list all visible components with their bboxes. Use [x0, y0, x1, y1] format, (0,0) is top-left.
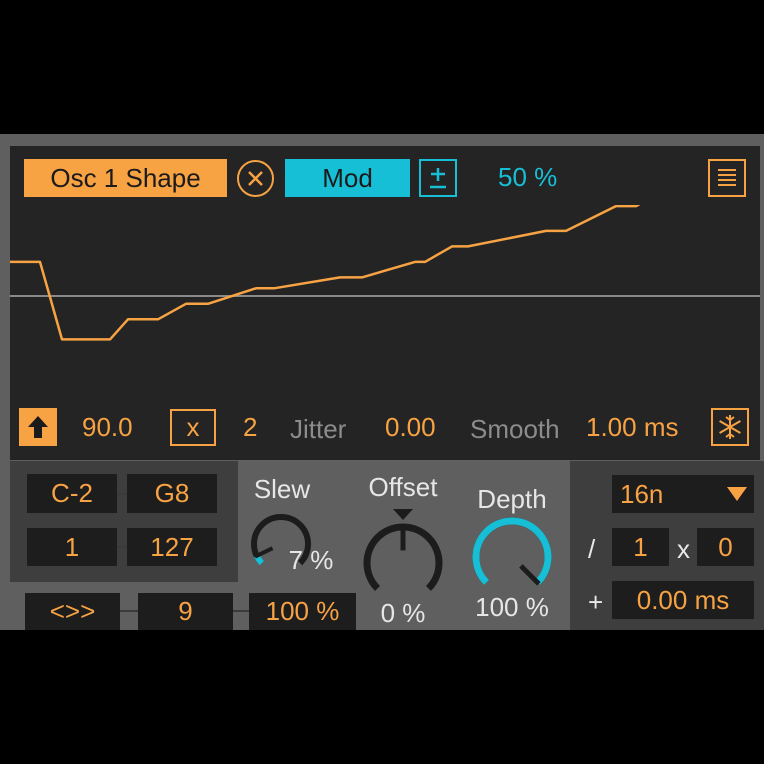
snowflake-icon[interactable]: [711, 408, 749, 446]
waveform-line: [10, 205, 641, 341]
depth-knob[interactable]: [470, 515, 554, 599]
menu-icon[interactable]: [708, 159, 746, 197]
offset-knob[interactable]: [361, 521, 445, 605]
velocity-low-field[interactable]: 1: [27, 528, 117, 566]
percent-field[interactable]: 100 %: [249, 593, 356, 630]
close-icon[interactable]: [237, 160, 274, 197]
offset-pointer-icon: [393, 509, 413, 520]
offset-ms-field[interactable]: 0.00 ms: [612, 581, 754, 619]
note-range-divider: [117, 493, 127, 495]
smooth-label: Smooth: [470, 413, 560, 444]
bottom-divider-1: [120, 610, 138, 612]
mod-amount[interactable]: 50 %: [498, 158, 557, 196]
velocity-high-field[interactable]: 127: [127, 528, 217, 566]
steps-field[interactable]: 9: [138, 593, 233, 630]
jitter-value[interactable]: 0.00: [385, 408, 436, 446]
rate-value[interactable]: 90.0: [82, 408, 133, 446]
chevron-down-icon: [727, 487, 747, 501]
mod-mode-label: Mod: [322, 162, 373, 193]
velocity-range-divider: [117, 546, 127, 548]
mod-target-button[interactable]: Osc 1 Shape: [24, 159, 227, 197]
direction-field[interactable]: <>>: [25, 593, 120, 630]
waveform-display[interactable]: [10, 205, 760, 395]
mult-value-field[interactable]: 0: [697, 528, 754, 566]
note-low-field[interactable]: C-2: [27, 474, 117, 513]
depth-value: 100 %: [475, 592, 549, 622]
mod-mode-button[interactable]: Mod: [285, 159, 410, 197]
div-value-field[interactable]: 1: [612, 528, 669, 566]
depth-label: Depth: [477, 484, 547, 514]
multiplier-value[interactable]: 2: [243, 408, 257, 446]
bottom-divider-2: [233, 610, 249, 612]
note-high-field[interactable]: G8: [127, 474, 217, 513]
offset-label: Offset: [368, 472, 438, 502]
divide-symbol: /: [588, 533, 596, 564]
slew-value: 7 %: [288, 545, 334, 575]
slew-label: Slew: [253, 474, 311, 504]
offset-value: 0 %: [380, 598, 426, 628]
bipolar-icon[interactable]: [419, 159, 457, 197]
smooth-value[interactable]: 1.00 ms: [586, 408, 679, 446]
direction-up-icon[interactable]: [19, 408, 57, 446]
multiply-button[interactable]: x: [170, 409, 216, 446]
plus-symbol: +: [588, 586, 604, 617]
mult-symbol: x: [677, 533, 690, 564]
mod-target-label: Osc 1 Shape: [50, 162, 201, 193]
jitter-label: Jitter: [290, 413, 347, 444]
